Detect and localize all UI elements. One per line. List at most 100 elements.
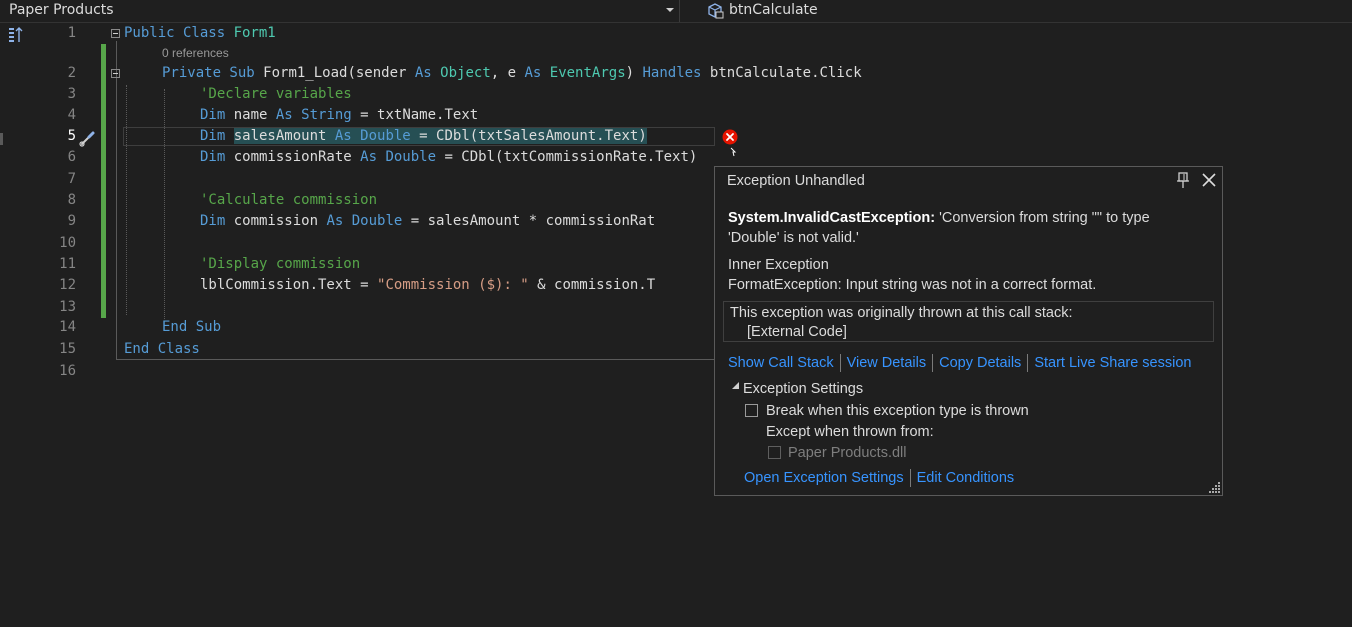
code-token: Dim	[200, 213, 234, 229]
code-line[interactable]: 'Declare variables	[200, 84, 352, 105]
code-token: = CDbl(txtSalesAmount.Text)	[419, 128, 647, 144]
member-name: btnCalculate	[729, 2, 818, 18]
code-token: commission	[233, 213, 327, 229]
project-dropdown[interactable]: Paper Products	[0, 0, 680, 22]
line-number: 7	[67, 171, 76, 187]
call-stack-title: This exception was originally thrown at …	[730, 305, 1073, 321]
code-token: = txtName.Text	[360, 107, 479, 123]
code-token: As String	[275, 107, 361, 123]
start-live-share-link[interactable]: Start Live Share session	[1034, 355, 1191, 371]
copy-details-link[interactable]: Copy Details	[939, 355, 1021, 371]
class-scope-line	[116, 41, 117, 360]
code-token: Public Class	[124, 25, 234, 41]
codelens-references[interactable]: 0 references	[162, 45, 229, 61]
code-token: Form1_Load(sender	[263, 65, 415, 81]
change-tracking-bar	[101, 44, 106, 318]
code-token: As Double	[326, 213, 411, 229]
code-line[interactable]: End Sub	[162, 317, 221, 338]
code-line[interactable]: Private Sub Form1_Load(sender As Object,…	[162, 63, 862, 84]
code-line[interactable]: Public Class Form1	[124, 23, 276, 44]
line-number: 13	[59, 299, 76, 315]
link-separator	[839, 354, 841, 372]
code-token: , e	[490, 65, 525, 81]
code-token: Dim	[200, 128, 234, 144]
code-token: As	[524, 65, 550, 81]
code-token: xt)	[672, 149, 698, 165]
collapse-triangle-icon[interactable]	[731, 381, 740, 390]
show-call-stack-link[interactable]: Show Call Stack	[728, 355, 834, 371]
code-token: End Sub	[162, 319, 222, 335]
code-token: salesAmount	[233, 128, 335, 144]
code-token: lblCommission.Text =	[200, 277, 378, 293]
line-number: 8	[67, 192, 76, 208]
line-number: 9	[67, 213, 76, 229]
code-token: Private Sub	[162, 65, 264, 81]
resize-grip-icon[interactable]	[1209, 481, 1221, 493]
exception-unhandled-popup[interactable]: Exception Unhandled System.InvalidCastEx…	[714, 166, 1223, 496]
settings-links: Open Exception Settings Edit Conditions	[744, 469, 1014, 487]
code-line[interactable]: Dim name As String = txtName.Text	[200, 105, 478, 126]
code-token: As	[414, 65, 441, 81]
code-token: & commission.T	[528, 277, 656, 293]
code-token: End Class	[124, 341, 200, 357]
code-token: btnCalculate.Click	[709, 65, 862, 81]
line-number: 16	[59, 363, 76, 379]
code-token: As Double	[360, 149, 445, 165]
inner-exception-message: FormatException: Input string was not in…	[728, 277, 1097, 293]
line-number: 10	[59, 235, 76, 251]
collapse-class-toggle[interactable]	[111, 29, 120, 38]
line-number: 4	[67, 107, 76, 123]
action-links: Show Call Stack View Details Copy Details S…	[728, 354, 1191, 372]
margin-indicator	[0, 133, 3, 145]
line-number: 5	[67, 128, 76, 144]
code-token: = CDbl(txtCommissionRate.Te	[444, 149, 673, 165]
code-line[interactable]: 'Calculate commission	[200, 190, 377, 211]
code-token: )	[625, 65, 643, 81]
link-separator	[932, 354, 934, 372]
quick-actions-screwdriver-icon[interactable]	[78, 128, 98, 148]
error-icon[interactable]	[722, 129, 738, 145]
indent-guide	[126, 85, 128, 315]
popup-title: Exception Unhandled	[727, 173, 865, 189]
code-token: name	[233, 107, 276, 123]
exception-type: System.InvalidCastException:	[728, 210, 936, 226]
edit-conditions-link[interactable]: Edit Conditions	[917, 470, 1015, 486]
code-line[interactable]: Dim salesAmount As Double = CDbl(txtSale…	[200, 126, 647, 147]
code-token: Handles	[642, 65, 710, 81]
code-token: = salesAmount * commissionRat	[410, 213, 656, 229]
module-label: Paper Products.dll	[788, 445, 907, 461]
navigation-bar: Paper Products btnCalculate	[0, 0, 1352, 23]
code-line[interactable]: End Class	[124, 339, 200, 360]
chevron-down-icon[interactable]	[665, 3, 675, 17]
line-number: 11	[59, 256, 76, 272]
break-when-thrown-checkbox[interactable]	[745, 404, 758, 417]
code-token: 'Declare variables	[200, 86, 352, 102]
code-token: EventArgs	[549, 65, 626, 81]
break-when-thrown-label[interactable]: Break when this exception type is thrown	[766, 403, 1029, 419]
close-icon[interactable]	[1200, 171, 1218, 189]
call-stack-frame[interactable]: [External Code]	[747, 324, 847, 340]
code-token: As Double	[334, 128, 420, 144]
line-number: 14	[59, 319, 76, 335]
code-line[interactable]: 'Display commission	[200, 254, 360, 275]
project-name: Paper Products	[9, 2, 114, 18]
view-details-link[interactable]: View Details	[847, 355, 927, 371]
exception-settings-title[interactable]: Exception Settings	[743, 381, 863, 397]
indent-guide	[164, 89, 166, 319]
code-line[interactable]: Dim commission As Double = salesAmount *…	[200, 211, 655, 232]
collapse-sub-toggle[interactable]	[111, 69, 120, 78]
line-number: 15	[59, 341, 76, 357]
code-token: 'Display commission	[200, 256, 361, 272]
class-end-line	[116, 359, 716, 360]
open-exception-settings-link[interactable]: Open Exception Settings	[744, 470, 904, 486]
code-line[interactable]: lblCommission.Text = "Commission ($): " …	[200, 275, 655, 296]
code-token: Object	[440, 65, 491, 81]
split-view-icon[interactable]	[8, 26, 24, 44]
exception-message: System.InvalidCastException: 'Conversion…	[728, 208, 1198, 248]
module-checkbox	[768, 446, 781, 459]
code-token: "Commission ($): "	[377, 277, 529, 293]
code-token: Form1	[233, 25, 276, 41]
code-line[interactable]: Dim commissionRate As Double = CDbl(txtC…	[200, 147, 697, 168]
line-number: 3	[67, 86, 76, 102]
pin-icon[interactable]	[1176, 171, 1190, 189]
